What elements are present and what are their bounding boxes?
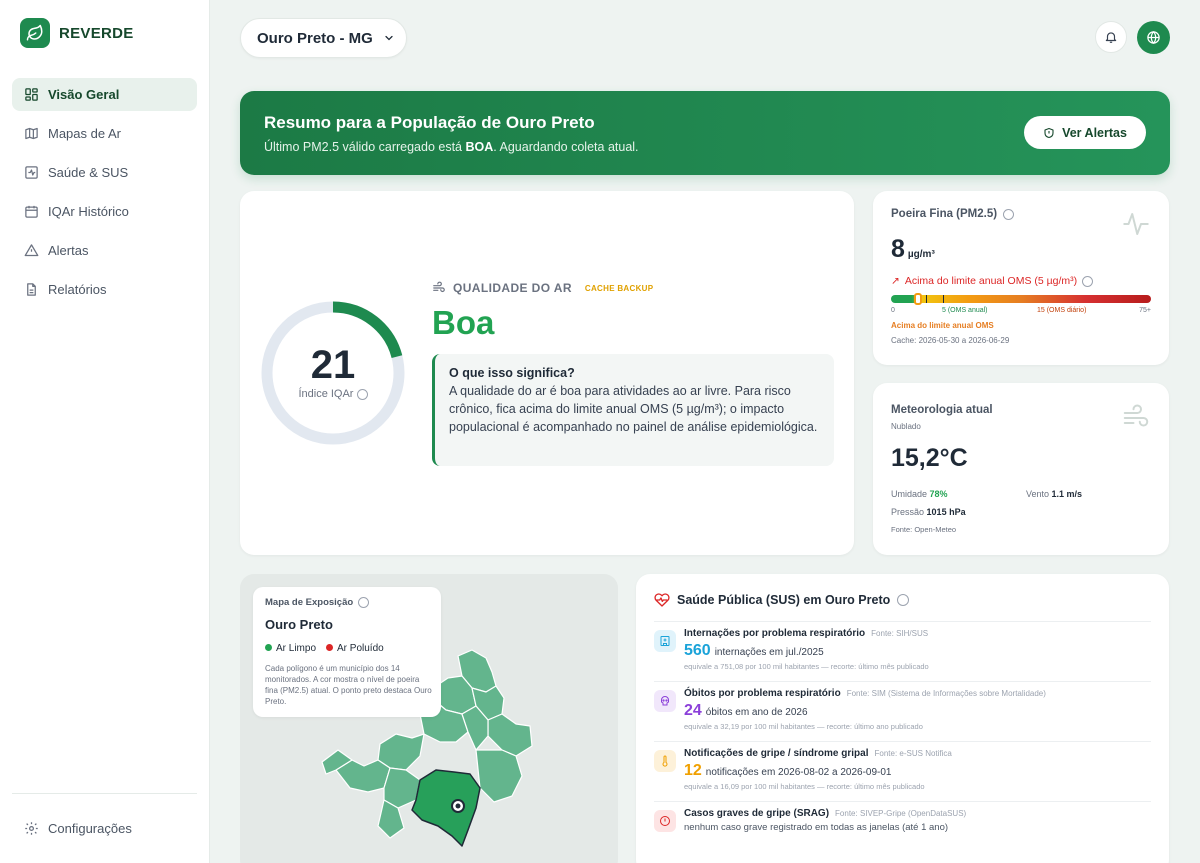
info-icon[interactable]	[356, 388, 368, 400]
calendar-icon	[25, 205, 38, 218]
sidebar-item-alertas[interactable]: Alertas	[12, 234, 197, 267]
health-title: Saúde Pública (SUS) em Ouro Preto	[654, 592, 910, 608]
document-icon	[27, 283, 36, 296]
population-summary-banner: Resumo para a População de Ouro Preto Úl…	[240, 91, 1170, 175]
sidebar-item-mapas-de-ar[interactable]: Mapas de Ar	[12, 117, 197, 150]
gear-icon	[25, 822, 38, 835]
dashboard-icon	[25, 88, 38, 101]
health-item-hospitalizations[interactable]: Internações por problema respiratório Fon…	[654, 621, 1151, 681]
pm25-title: Poeira Fina (PM2.5)	[891, 208, 1015, 220]
health-item-srag[interactable]: Casos graves de gripe (SRAG) Fonte: SIVEP…	[654, 801, 1151, 851]
map-icon	[25, 127, 38, 140]
explanation-text: A qualidade do ar é boa para atividades …	[449, 384, 818, 434]
sidebar-item-visao-geral[interactable]: Visão Geral	[12, 78, 197, 111]
leaf-icon	[20, 18, 50, 48]
pm25-annual-tick	[925, 295, 927, 303]
map-city: Ouro Preto	[265, 617, 333, 632]
info-icon[interactable]	[1003, 208, 1015, 220]
sidebar-footer: Configurações	[12, 793, 197, 851]
air-quality-status: Boa	[432, 304, 495, 341]
app-logo[interactable]: REVERDE	[20, 18, 134, 48]
sidebar-item-label: Alertas	[48, 243, 89, 258]
sidebar-item-relatorios[interactable]: Relatórios	[12, 273, 197, 306]
weather-humidity: Umidade 78%	[891, 489, 948, 499]
language-button[interactable]	[1137, 21, 1170, 54]
pm25-daily-tick	[943, 295, 944, 303]
sidebar-item-iqar-historico[interactable]: IQAr Histórico	[12, 195, 197, 228]
exposure-map-card: Mapa de Exposição Ouro Preto Ar Limpo Ar…	[240, 574, 618, 863]
info-icon[interactable]	[1082, 275, 1094, 287]
sidebar-item-label: Configurações	[48, 821, 132, 836]
wind-icon	[433, 281, 445, 293]
arrow-up-right-icon: ↗	[891, 275, 900, 287]
alert-circle-icon	[654, 810, 676, 832]
pm25-scale-bar	[891, 293, 1151, 305]
sidebar-item-label: Relatórios	[48, 282, 107, 297]
thermometer-icon	[654, 750, 676, 772]
globe-icon	[1147, 30, 1160, 45]
sidebar-nav: Visão Geral Mapas de Ar Saúde & SUS IQAr…	[12, 78, 197, 312]
hospital-icon	[654, 630, 676, 652]
shield-icon	[1044, 127, 1054, 138]
wind-icon	[1123, 404, 1149, 427]
weather-card: Meteorologia atual Nublado 15,2°C Umidad…	[873, 383, 1169, 555]
air-quality-heading: QUALIDADE DO AR CACHE BACKUP	[432, 281, 653, 295]
pm25-card: Poeira Fina (PM2.5) 8 µg/m³ ↗ Acima do li…	[873, 191, 1169, 365]
notifications-button[interactable]	[1095, 21, 1127, 53]
pm25-alert: ↗ Acima do limite anual OMS (5 µg/m³)	[891, 275, 1094, 287]
info-icon[interactable]	[897, 594, 910, 606]
sidebar: REVERDE Visão Geral Mapas de Ar Saúde & …	[0, 0, 210, 863]
pm25-marker	[913, 293, 922, 305]
explanation-title: O que isso significa?	[449, 366, 575, 380]
municipality-ouro-preto[interactable]	[411, 769, 481, 847]
banner-status: BOA	[465, 140, 494, 154]
city-select[interactable]: Ouro Preto - MG	[240, 18, 407, 58]
chevron-down-icon	[385, 35, 393, 41]
weather-condition: Nublado	[891, 422, 921, 431]
app-name: REVERDE	[59, 24, 134, 42]
bell-icon	[1105, 32, 1117, 43]
city-select-value: Ouro Preto - MG	[257, 29, 373, 47]
public-health-card: Saúde Pública (SUS) em Ouro Preto Intern…	[636, 574, 1169, 863]
legend-clean: Ar Limpo	[265, 643, 316, 654]
map-description: Cada polígono é um município dos 14 moni…	[265, 664, 432, 706]
skull-icon	[654, 690, 676, 712]
pm25-cache: Cache: 2026-05-30 a 2026-06-29	[891, 336, 1010, 345]
banner-subtitle: Último PM2.5 válido carregado está BOA. …	[264, 140, 639, 154]
info-icon[interactable]	[358, 597, 370, 608]
pm25-note: Acima do limite anual OMS	[891, 321, 994, 330]
cache-badge: CACHE BACKUP	[584, 283, 654, 293]
weather-title: Meteorologia atual	[891, 404, 993, 416]
aqi-value: 21	[310, 343, 356, 387]
weather-pressure: Pressão 1015 hPa	[891, 507, 966, 517]
sidebar-item-label: IQAr Histórico	[48, 204, 129, 219]
weather-source: Fonte: Open-Meteo	[891, 525, 957, 534]
weather-wind: Vento 1.1 m/s	[1026, 489, 1083, 499]
pm25-value: 8 µg/m³	[891, 235, 935, 263]
air-quality-card: 21 Índice IQAr QUALIDADE DO AR CACHE BAC…	[240, 191, 854, 555]
heart-pulse-icon	[654, 593, 670, 607]
ouro-preto-marker-dot	[455, 803, 461, 809]
weather-temperature: 15,2°C	[891, 444, 968, 472]
map-legend-keys: Ar Limpo Ar Poluído	[265, 643, 384, 654]
municipality-polygon[interactable]	[475, 749, 523, 803]
sidebar-item-label: Saúde & SUS	[48, 165, 129, 180]
pulse-icon	[1123, 213, 1149, 235]
warning-icon	[24, 244, 39, 257]
map-title: Mapa de Exposição	[265, 597, 370, 608]
aqi-label: Índice IQAr	[259, 388, 407, 400]
sidebar-item-label: Mapas de Ar	[48, 126, 121, 141]
sidebar-item-configuracoes[interactable]: Configurações	[12, 812, 197, 845]
activity-icon	[25, 166, 38, 179]
pm25-scale-labels: 0 5 (OMS anual) 15 (OMS diário) 75+	[891, 307, 1151, 314]
view-alerts-button[interactable]: Ver Alertas	[1024, 116, 1146, 149]
sidebar-item-saude-sus[interactable]: Saúde & SUS	[12, 156, 197, 189]
map-legend: Mapa de Exposição Ouro Preto Ar Limpo Ar…	[253, 587, 441, 717]
health-item-deaths[interactable]: Óbitos por problema respiratório Fonte: S…	[654, 681, 1151, 741]
air-quality-explanation: O que isso significa? A qualidade do ar …	[432, 354, 834, 466]
legend-polluted: Ar Poluído	[326, 643, 384, 654]
sidebar-item-label: Visão Geral	[48, 87, 120, 102]
banner-title: Resumo para a População de Ouro Preto	[264, 113, 595, 132]
health-item-flu-notifications[interactable]: Notificações de gripe / síndrome gripal F…	[654, 741, 1151, 801]
